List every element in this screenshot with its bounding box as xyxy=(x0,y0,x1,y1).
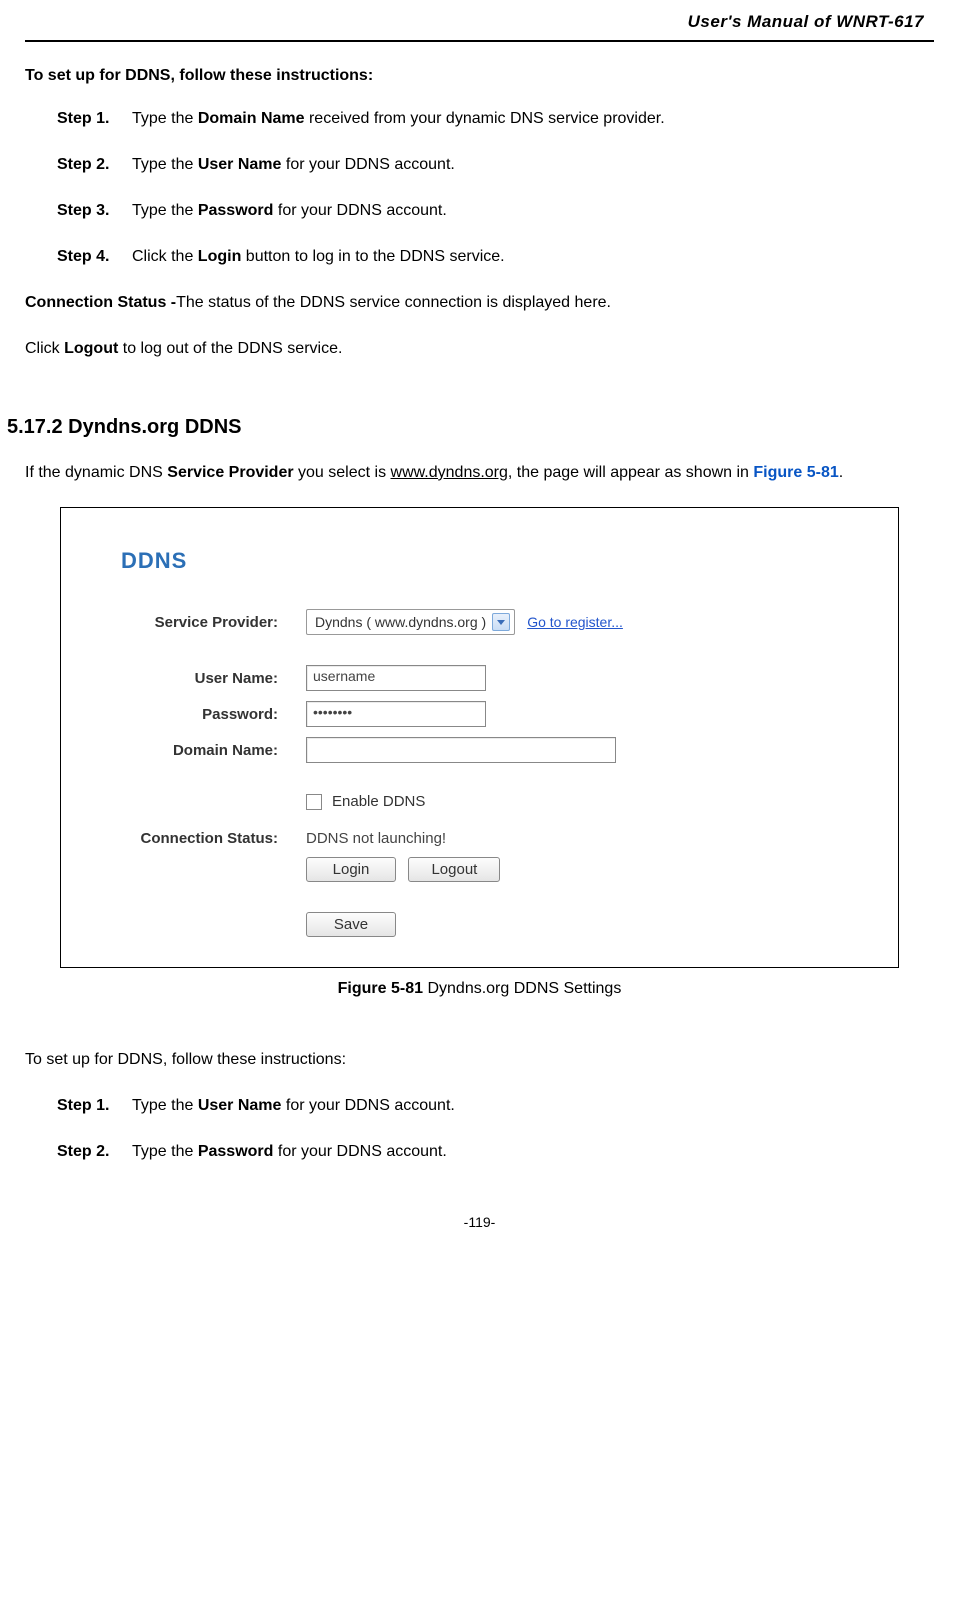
header-title: User's Manual of WNRT-617 xyxy=(688,12,924,31)
step-row: Step 1. Type the User Name for your DDNS… xyxy=(57,1094,934,1118)
section-heading: 5.17.2 Dyndns.org DDNS xyxy=(7,416,934,439)
step-row: Step 2. Type the User Name for your DDNS… xyxy=(57,153,934,177)
domain-label: Domain Name: xyxy=(111,742,306,759)
enable-ddns-row: Enable DDNS xyxy=(306,793,878,810)
step-text: Type the Password for your DDNS account. xyxy=(132,199,934,223)
step-label: Step 1. xyxy=(57,107,132,131)
service-provider-label: Service Provider: xyxy=(111,614,306,631)
step-label: Step 1. xyxy=(57,1094,132,1118)
step-label: Step 4. xyxy=(57,245,132,269)
password-row: Password: •••••••• xyxy=(111,701,878,727)
username-label: User Name: xyxy=(111,670,306,687)
dropdown-value: Dyndns ( www.dyndns.org ) xyxy=(315,614,486,630)
step-text: Type the Password for your DDNS account. xyxy=(132,1140,934,1164)
username-input[interactable]: username xyxy=(306,665,486,691)
page-number: -119- xyxy=(464,1214,496,1230)
step-text: Click the Login button to log in to the … xyxy=(132,245,934,269)
username-row: User Name: username xyxy=(111,665,878,691)
logout-button[interactable]: Logout xyxy=(408,857,500,882)
step-row: Step 4. Click the Login button to log in… xyxy=(57,245,934,269)
save-button[interactable]: Save xyxy=(306,912,396,937)
password-label: Password: xyxy=(111,706,306,723)
step-label: Step 2. xyxy=(57,1140,132,1164)
connection-status-value: DDNS not launching! xyxy=(306,830,446,847)
panel-title: DDNS xyxy=(121,548,878,574)
service-provider-row: Service Provider: Dyndns ( www.dyndns.or… xyxy=(111,609,878,635)
figure-caption: Figure 5-81 Dyndns.org DDNS Settings xyxy=(25,980,934,998)
page-header: User's Manual of WNRT-617 xyxy=(25,0,934,42)
dyndns-link[interactable]: www.dyndns.org xyxy=(391,464,508,481)
step-text: Type the User Name for your DDNS account… xyxy=(132,153,934,177)
password-input[interactable]: •••••••• xyxy=(306,701,486,727)
step-row: Step 2. Type the Password for your DDNS … xyxy=(57,1140,934,1164)
connection-status-para: Connection Status -The status of the DDN… xyxy=(25,291,934,315)
step-text: Type the Domain Name received from your … xyxy=(132,107,934,131)
logout-para: Click Logout to log out of the DDNS serv… xyxy=(25,337,934,361)
intro-text-2: To set up for DDNS, follow these instruc… xyxy=(25,1048,934,1072)
login-button[interactable]: Login xyxy=(306,857,396,882)
login-logout-row: Login Logout xyxy=(306,857,878,882)
page-footer: -119- xyxy=(25,1214,934,1250)
enable-ddns-label: Enable DDNS xyxy=(332,793,425,810)
save-row: Save xyxy=(306,912,878,937)
enable-ddns-checkbox[interactable] xyxy=(306,794,322,810)
figure-ref: Figure 5-81 xyxy=(753,464,838,481)
step-label: Step 2. xyxy=(57,153,132,177)
connection-status-label: Connection Status: xyxy=(111,830,306,847)
connection-status-row: Connection Status: DDNS not launching! xyxy=(111,830,878,847)
domain-input[interactable] xyxy=(306,737,616,763)
register-link[interactable]: Go to register... xyxy=(527,614,623,630)
step-label: Step 3. xyxy=(57,199,132,223)
step-row: Step 3. Type the Password for your DDNS … xyxy=(57,199,934,223)
ddns-screenshot-panel: DDNS Service Provider: Dyndns ( www.dynd… xyxy=(60,507,899,968)
domain-row: Domain Name: xyxy=(111,737,878,763)
intro-text-1: To set up for DDNS, follow these instruc… xyxy=(25,67,934,85)
service-provider-dropdown[interactable]: Dyndns ( www.dyndns.org ) xyxy=(306,609,515,635)
section2-intro: If the dynamic DNS Service Provider you … xyxy=(25,461,934,485)
step-row: Step 1. Type the Domain Name received fr… xyxy=(57,107,934,131)
chevron-down-icon[interactable] xyxy=(492,613,510,631)
step-text: Type the User Name for your DDNS account… xyxy=(132,1094,934,1118)
